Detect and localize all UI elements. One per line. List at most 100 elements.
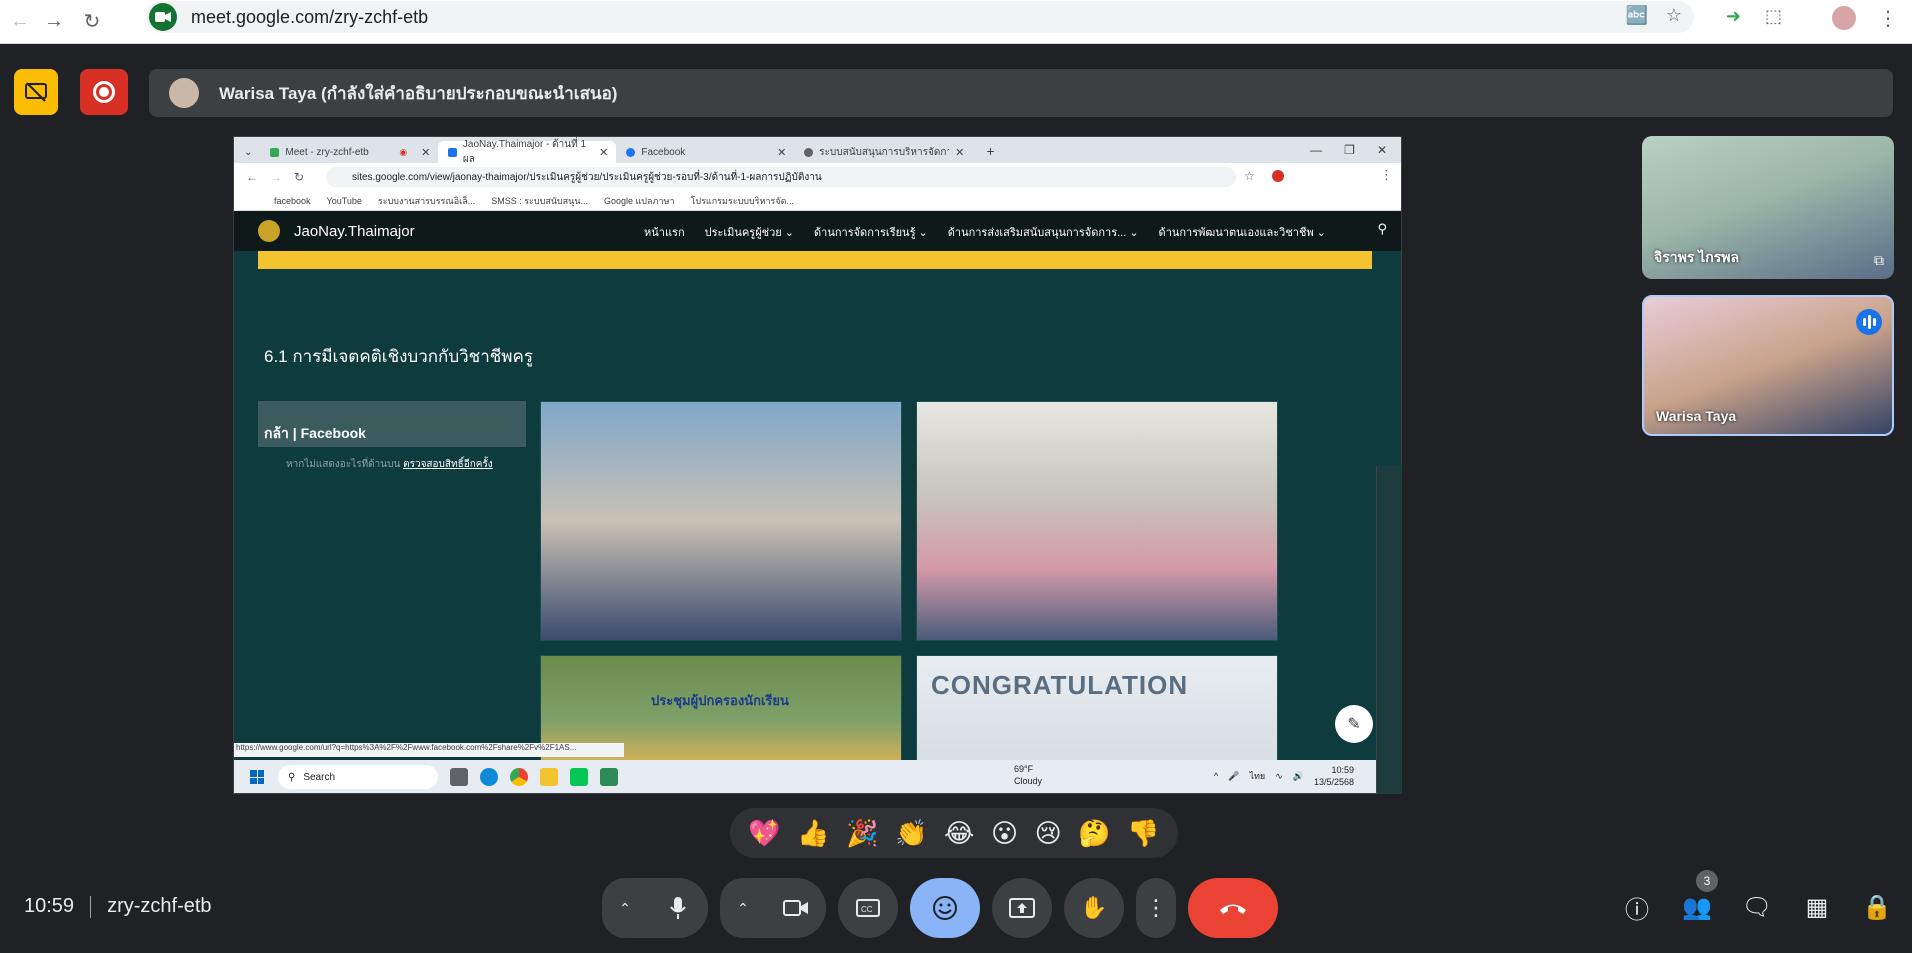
- site-nav-item: ด้านการพัฒนาตนเองและวิชาชีพ ⌄: [1158, 227, 1326, 239]
- shared-tab: Meet - zry-zchf-etb ◉ ✕: [260, 141, 438, 163]
- bookmark-item: Google แปลภาษา: [603, 195, 675, 206]
- photo-group-office: [540, 401, 902, 641]
- meeting-code: zry-zchf-etb: [107, 895, 212, 917]
- stop-presenting-button[interactable]: [14, 69, 58, 115]
- shared-tab: ระบบสนับสนุนการบริหารจัดการสถาน ✕: [794, 141, 972, 163]
- chat-icon[interactable]: 🗨: [1742, 890, 1772, 924]
- pip-icon[interactable]: ⧉: [1874, 252, 1884, 269]
- forward-icon[interactable]: →: [34, 6, 74, 38]
- globe-icon: [804, 147, 814, 157]
- translate-icon[interactable]: 🔤: [1625, 5, 1647, 26]
- hang-up-icon: [1220, 904, 1246, 914]
- more-options-icon[interactable]: ⋮: [1136, 878, 1176, 938]
- bookmark-star-icon[interactable]: ☆: [1666, 5, 1682, 26]
- reaction-thumbs-down[interactable]: 👎: [1127, 818, 1159, 849]
- participant-tile-speaking[interactable]: Warisa Taya: [1642, 295, 1894, 436]
- reaction-thinking[interactable]: 🤔: [1078, 818, 1110, 849]
- tray-language: ไทย: [1249, 771, 1266, 781]
- presenter-banner: Warisa Taya (กำลังใส่คำอธิบายประกอบขณะนำ…: [149, 69, 1893, 117]
- photo-caption: ประชุมผู้ปกครองนักเรียน: [651, 693, 789, 708]
- profile-avatar[interactable]: [1832, 6, 1856, 30]
- tab-close-icon: ✕: [955, 146, 965, 159]
- tab-close-icon: ✕: [777, 146, 787, 159]
- facebook-embed: กล้า | Facebook: [258, 401, 526, 447]
- shared-tab-label: ระบบสนับสนุนการบริหารจัดการสถาน: [819, 146, 949, 158]
- microphone-icon: [670, 897, 686, 919]
- shared-tab-strip: ⌄ Meet - zry-zchf-etb ◉ ✕ JaoNay.Thaimajor…: [234, 137, 1401, 165]
- browser-menu-icon[interactable]: ⋮: [1878, 6, 1898, 31]
- meeting-details-info-icon[interactable]: ⓘ: [1622, 890, 1652, 924]
- camera-options-chevron-icon[interactable]: ⌃: [720, 878, 766, 938]
- emoji-icon: [933, 896, 957, 920]
- host-controls-lock-icon[interactable]: 🔒: [1862, 890, 1892, 924]
- facebook-embed-label: กล้า | Facebook: [264, 425, 366, 441]
- mic-tray-icon: 🎤: [1228, 770, 1240, 781]
- shared-side-peek: [1376, 466, 1402, 794]
- reaction-heart[interactable]: 💖: [748, 818, 780, 849]
- sync-icon[interactable]: ➜: [1726, 6, 1741, 27]
- windows-taskbar: ⚲ Search 69°F Cloudy ^ 🎤 ไทย ∿ 🔊 10:59 13…: [234, 760, 1378, 793]
- extensions-icon[interactable]: ⬚: [1765, 6, 1782, 27]
- tab-close-icon: ✕: [421, 146, 431, 159]
- reaction-sad[interactable]: 😢: [1035, 818, 1062, 849]
- site-nav: หน้าแรก ประเมินครูผู้ช่วย ⌄ ด้านการจัดกา…: [644, 223, 1326, 241]
- menu-icon: ⋮: [1380, 167, 1393, 182]
- site-nav-item: ด้านการส่งเสริมสนับสนุนการจัดการ... ⌄: [947, 227, 1139, 239]
- recording-button[interactable]: [80, 69, 128, 115]
- meeting-time: 10:59: [24, 895, 75, 917]
- reaction-thumbs-up[interactable]: 👍: [797, 818, 829, 849]
- participant-name: Warisa Taya: [1656, 408, 1737, 424]
- mic-options-chevron-icon[interactable]: ⌃: [602, 878, 648, 938]
- shared-url: sites.google.com/view/jaonay-thaimajor/ป…: [326, 167, 1236, 187]
- site-nav-item: ประเมินครูผู้ช่วย ⌄: [704, 227, 795, 239]
- raise-hand-button[interactable]: ✋: [1064, 878, 1124, 938]
- site-search-icon: ⚲: [1377, 221, 1387, 236]
- reaction-clap[interactable]: 👏: [895, 818, 927, 849]
- present-icon: [1009, 898, 1035, 918]
- edge-icon: [480, 768, 498, 786]
- reaction-laugh[interactable]: 😂: [944, 818, 974, 849]
- taskbar-time: 10:59: [1331, 765, 1354, 775]
- taskbar-search-text: Search: [303, 771, 336, 783]
- tab-recording-icon: ◉: [399, 146, 408, 157]
- leave-call-button[interactable]: [1188, 878, 1278, 938]
- address-bar[interactable]: meet.google.com/zry-zchf-etb 🔤 ☆: [146, 1, 1694, 33]
- people-button[interactable]: 👥 3: [1682, 870, 1718, 924]
- folder-icon: [540, 768, 558, 786]
- camera-icon: [783, 900, 808, 916]
- weather-condition: Cloudy: [1014, 776, 1043, 786]
- microphone-button[interactable]: [648, 878, 708, 938]
- present-screen-button[interactable]: [992, 878, 1052, 938]
- restore-icon: ❐: [1344, 143, 1355, 157]
- search-icon: ⚲: [288, 771, 296, 783]
- reload-icon[interactable]: ↻: [72, 6, 112, 38]
- edit-pencil-icon: ✎: [1335, 705, 1373, 743]
- reactions-bar: 💖 👍 🎉 👏 😂 😮 😢 🤔 👎: [730, 808, 1178, 858]
- bookmarks-bar: facebook YouTube ระบบงานสารบรรณอิเล็... …: [234, 191, 1401, 211]
- emoji-reactions-button[interactable]: [910, 878, 980, 938]
- shared-tab-label: Facebook: [641, 146, 686, 158]
- star-icon: ☆: [1244, 169, 1255, 183]
- reaction-surprised[interactable]: 😮: [991, 818, 1018, 849]
- meet-site-icon[interactable]: [149, 3, 177, 31]
- shared-screen: ⌄ Meet - zry-zchf-etb ◉ ✕ JaoNay.Thaimajor…: [233, 136, 1402, 794]
- bookmark-item: facebook: [274, 195, 311, 206]
- chrome-icon: [510, 768, 528, 786]
- people-icon: 👥: [1682, 893, 1712, 921]
- reaction-party[interactable]: 🎉: [846, 818, 878, 849]
- meeting-info: 10:59 zry-zchf-etb: [24, 895, 212, 918]
- participant-tile[interactable]: จิราพร ไกรพล ⧉: [1642, 136, 1894, 279]
- activities-grid-icon[interactable]: ▦: [1802, 890, 1832, 924]
- mic-group: ⌃: [602, 878, 708, 938]
- people-count-badge: 3: [1696, 870, 1718, 892]
- site-nav-item: หน้าแรก: [644, 227, 685, 239]
- url-text[interactable]: meet.google.com/zry-zchf-etb: [191, 7, 428, 28]
- camera-group: ⌃: [720, 878, 826, 938]
- photo-congratulation: CONGRATULATION: [916, 655, 1278, 765]
- captions-button[interactable]: CC: [838, 878, 898, 938]
- tray-chevron-icon: ^: [1214, 771, 1219, 781]
- camera-button[interactable]: [766, 878, 826, 938]
- meeting-side-controls: ⓘ 👥 3 🗨 ▦ 🔒: [1622, 870, 1892, 924]
- close-window-icon: ✕: [1376, 143, 1387, 157]
- tab-favicon-icon: [270, 147, 280, 157]
